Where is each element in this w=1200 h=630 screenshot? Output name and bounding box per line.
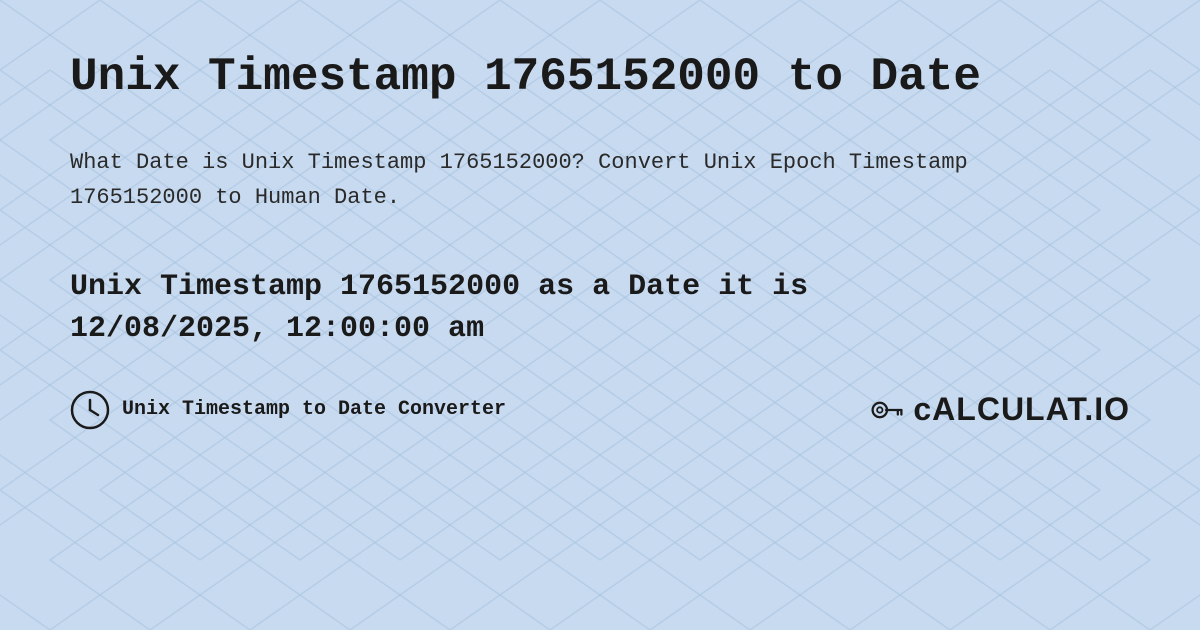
logo-area: cALCULAT.IO [869,391,1130,428]
logo-text: cALCULAT.IO [913,391,1130,428]
result-line2: 12/08/2025, 12:00:00 am [70,312,484,346]
page-title: Unix Timestamp 1765152000 to Date [70,50,1130,105]
result-line1: Unix Timestamp 1765152000 as a Date it i… [70,270,808,304]
footer-label: Unix Timestamp to Date Converter [122,398,506,421]
footer: Unix Timestamp to Date Converter cALCULA… [70,390,1130,430]
footer-left: Unix Timestamp to Date Converter [70,390,506,430]
result-section: Unix Timestamp 1765152000 as a Date it i… [70,266,1130,350]
logo-icon [869,392,905,428]
result-text: Unix Timestamp 1765152000 as a Date it i… [70,266,1130,350]
clock-icon [70,390,110,430]
page-description: What Date is Unix Timestamp 1765152000? … [70,145,970,215]
